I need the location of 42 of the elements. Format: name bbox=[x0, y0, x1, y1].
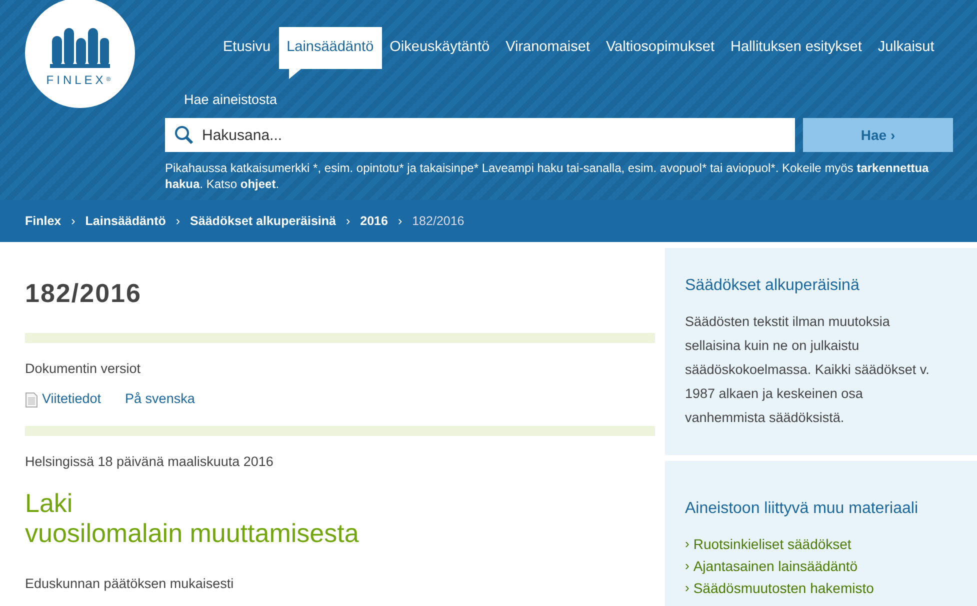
breadcrumb-link[interactable]: Finlex bbox=[25, 212, 62, 230]
search-help-text: Pikahaussa katkaisumerkki *, esim. opintotu* ja takaisinpe* Laveampi haku tai-sanalla, esim. avopuol* tai aviopuol*. Kokeile myös tarkennettua hakua. Katso ohjeet. bbox=[165, 160, 930, 192]
panel-link[interactable]: Säädösmuutosten hakemisto bbox=[693, 577, 874, 599]
breadcrumb-separator: › bbox=[71, 212, 76, 230]
document-number: 182/2016 bbox=[25, 278, 142, 310]
nav-tab[interactable]: Viranomaiset bbox=[498, 27, 598, 69]
bullet-icon: › bbox=[685, 578, 690, 598]
search-icon bbox=[174, 125, 194, 146]
place-date-text: Helsingissä 18 päivänä maaliskuuta 2016 bbox=[25, 452, 274, 471]
books-icon bbox=[50, 26, 110, 70]
tab-pointer bbox=[288, 68, 301, 79]
breadcrumb-separator: › bbox=[346, 212, 350, 230]
panel-title: Säädökset alkuperäisinä bbox=[685, 276, 860, 296]
breadcrumb-current: 182/2016 bbox=[412, 212, 464, 230]
panel-link[interactable]: Ruotsinkieliset säädökset bbox=[693, 533, 852, 555]
finlex-logo[interactable]: FINLEX$^{®}$ bbox=[25, 0, 135, 108]
breadcrumb-separator: › bbox=[398, 212, 402, 230]
nav-tab[interactable]: Oikeuskäytäntö bbox=[382, 27, 498, 69]
law-title: Laki vuosilomalain muuttamisesta bbox=[25, 488, 360, 548]
panel-text: Säädösten tekstit ilman muutoksia sellaisina kuin ne on julkaistu säädöskokoelmassa. Kaikki säädökset v. 1987 alkaen ja keskeinen osa vanhemmista säädöksistä. bbox=[685, 313, 930, 427]
breadcrumb-link[interactable]: Säädökset alkuperäisinä bbox=[190, 212, 336, 230]
nav-tab[interactable]: Valtiosopimukset bbox=[598, 27, 722, 69]
breadcrumb-separator: › bbox=[176, 212, 180, 230]
search-field[interactable]: Hakusana... bbox=[165, 118, 795, 152]
breadcrumb-link[interactable]: 2016 bbox=[360, 212, 388, 230]
nav-tab[interactable]: Lainsäädäntö bbox=[278, 27, 382, 69]
document-icon bbox=[25, 392, 38, 408]
panel-title: Aineistoon liittyvä muu materiaali bbox=[685, 499, 919, 519]
search-label: Hae aineistosta bbox=[184, 91, 278, 109]
bullet-icon: › bbox=[685, 534, 690, 554]
version-link[interactable]: Viitetiedot bbox=[42, 389, 102, 410]
panel-link[interactable]: Ajantasainen lainsäädäntö bbox=[693, 555, 858, 577]
nav-tab[interactable]: Hallituksen esitykset bbox=[722, 27, 870, 69]
search-button[interactable]: Hae › bbox=[803, 118, 953, 152]
preamble-text: Eduskunnan päätöksen mukaisesti bbox=[25, 574, 235, 593]
nav-tab[interactable]: Etusivu bbox=[215, 27, 279, 69]
nav-tab[interactable]: Julkaisut bbox=[870, 27, 942, 69]
logo-wordmark: FINLEX$^{®}$ bbox=[46, 74, 114, 86]
breadcrumb-link[interactable]: Lainsäädäntö bbox=[85, 212, 166, 230]
version-link[interactable]: På svenska bbox=[125, 389, 195, 410]
bullet-icon: › bbox=[685, 556, 690, 576]
versions-label: Dokumentin versiot bbox=[25, 360, 142, 378]
